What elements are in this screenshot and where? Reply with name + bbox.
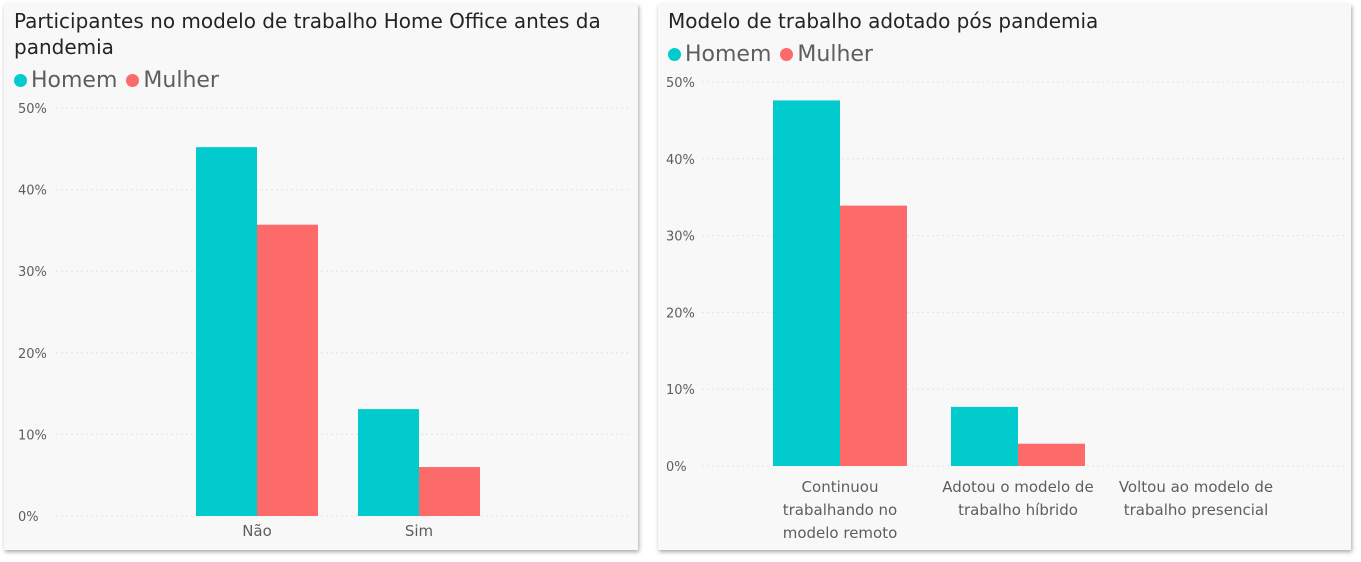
x-category-label: Adotou o modelo de trabalho híbrido xyxy=(942,478,1093,519)
chart-card-home-office-antes: Participantes no modelo de trabalho Home… xyxy=(4,4,638,550)
y-tick-label: 30% xyxy=(666,230,695,245)
bar-homem-0[interactable] xyxy=(196,147,257,516)
y-tick-label: 50% xyxy=(666,76,695,91)
y-tick-label: 0% xyxy=(666,460,687,475)
y-tick-label: 30% xyxy=(18,265,47,280)
y-tick-label: 40% xyxy=(666,153,695,168)
y-tick-label: 0% xyxy=(18,510,39,525)
bar-mulher-0[interactable] xyxy=(257,224,318,517)
bar-homem-1[interactable] xyxy=(951,406,1018,466)
y-tick-label: 20% xyxy=(18,347,47,362)
y-tick-label: 10% xyxy=(666,383,695,398)
y-tick-label: 40% xyxy=(18,184,47,199)
bar-chart-plot-area: 0% 10% 20% 30% 40% 50% Continuou trabalhando no… xyxy=(666,76,1344,542)
x-category-label: Continuou trabalhando no modelo remoto xyxy=(783,478,898,542)
bar-chart-plot-area: 0% 10% 20% 30% 40% 50% Não Sim xyxy=(18,102,630,540)
y-tick-label: 50% xyxy=(18,102,47,117)
y-tick-label: 10% xyxy=(18,428,47,443)
x-category-label: Não xyxy=(242,522,272,540)
bar-homem-0[interactable] xyxy=(773,100,840,466)
bar-homem-1[interactable] xyxy=(358,409,419,516)
chart-card-modelo-pos-pandemia: Modelo de trabalho adotado pós pandemia … xyxy=(658,4,1351,550)
x-category-label: Voltou ao modelo de trabalho presencial xyxy=(1119,478,1273,519)
bar-mulher-1[interactable] xyxy=(1018,443,1085,466)
x-category-label: Sim xyxy=(405,522,433,540)
bar-mulher-0[interactable] xyxy=(840,205,907,466)
bar-mulher-1[interactable] xyxy=(419,467,480,516)
y-tick-label: 20% xyxy=(666,306,695,321)
